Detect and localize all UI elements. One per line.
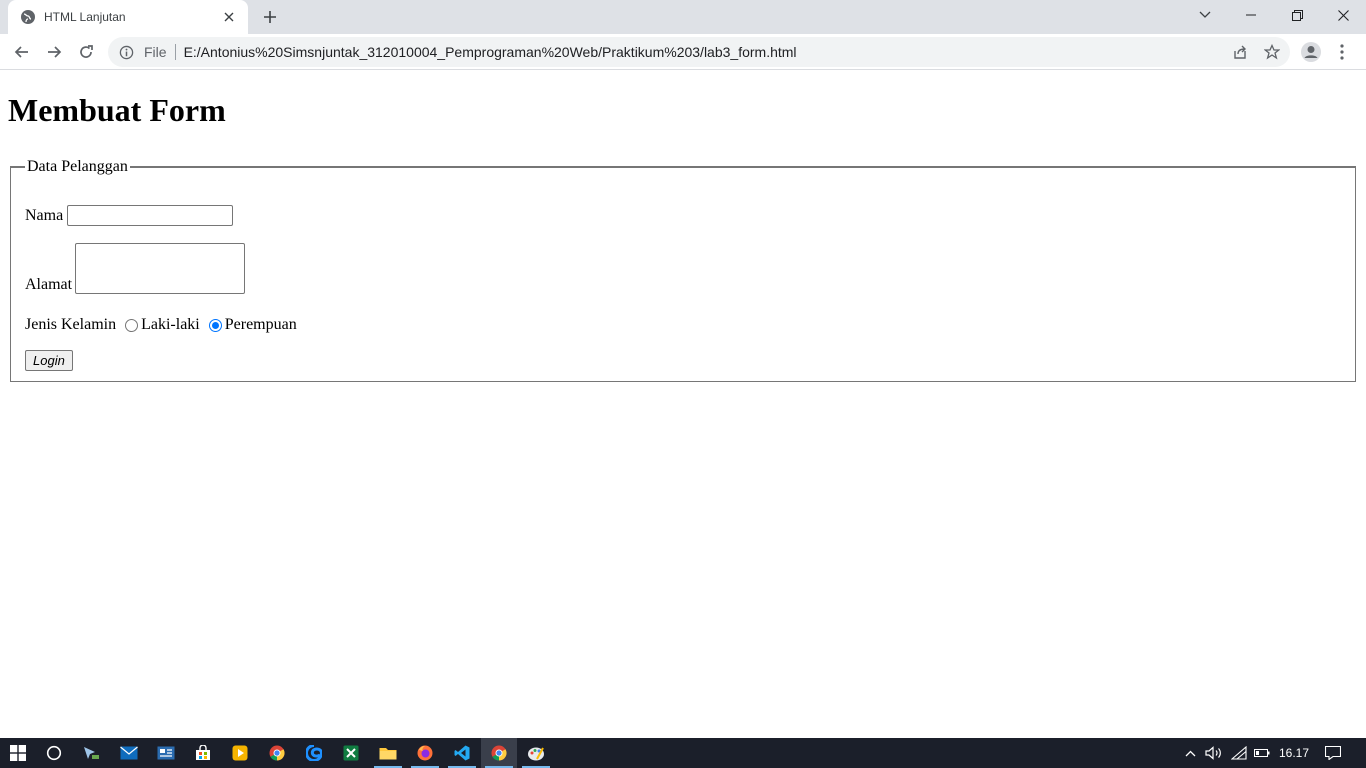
address-bar[interactable]: File E:/Antonius%20Simsnjuntak_312010004…	[108, 37, 1290, 67]
radio-perempuan-label[interactable]: Perempuan	[225, 316, 297, 334]
alamat-textarea[interactable]	[75, 243, 246, 294]
firefox-icon[interactable]	[407, 738, 443, 768]
scheme-label: File	[144, 44, 167, 60]
radio-laki-laki-label[interactable]: Laki-laki	[141, 316, 200, 334]
fieldset-legend: Data Pelanggan	[27, 158, 128, 175]
chrome-active-icon[interactable]	[481, 738, 517, 768]
notification-icon[interactable]	[1322, 738, 1344, 768]
profile-avatar-icon[interactable]	[1298, 39, 1324, 65]
radio-perempuan[interactable]	[208, 318, 222, 332]
browser-titlebar: HTML Lanjutan	[0, 0, 1366, 34]
paint-icon[interactable]	[518, 738, 554, 768]
close-window-icon[interactable]	[1320, 0, 1366, 30]
info-icon[interactable]	[118, 44, 134, 60]
alamat-row: Alamat	[25, 243, 246, 294]
vscode-icon[interactable]	[444, 738, 480, 768]
alamat-label: Alamat	[25, 276, 73, 293]
volume-icon[interactable]	[1203, 738, 1225, 768]
more-vert-icon[interactable]	[1332, 39, 1352, 65]
globe-icon	[20, 9, 36, 25]
gender-row: Jenis Kelamin Laki-laki Perempuan	[25, 316, 297, 334]
restore-icon[interactable]	[1274, 0, 1320, 30]
gender-label: Jenis Kelamin	[25, 316, 117, 333]
plus-icon[interactable]	[258, 6, 282, 28]
radio-laki-laki[interactable]	[125, 318, 139, 332]
nama-input[interactable]	[67, 205, 234, 226]
news-icon[interactable]	[148, 738, 184, 768]
back-arrow-icon[interactable]	[8, 38, 36, 66]
forward-arrow-icon[interactable]	[40, 38, 68, 66]
browser-toolbar: File E:/Antonius%20Simsnjuntak_312010004…	[0, 34, 1366, 70]
battery-icon[interactable]	[1252, 738, 1272, 768]
file-explorer-icon[interactable]	[370, 738, 406, 768]
chevron-up-icon[interactable]	[1180, 738, 1200, 768]
submit-row: Login	[25, 350, 73, 371]
mail-icon[interactable]	[111, 738, 147, 768]
taskbar-clock[interactable]: 16.17	[1272, 738, 1316, 768]
mouse-app-icon[interactable]	[73, 738, 109, 768]
star-icon[interactable]	[1262, 42, 1282, 62]
login-button[interactable]: Login	[25, 350, 73, 371]
windows-start-icon[interactable]	[0, 738, 36, 768]
reload-icon[interactable]	[72, 38, 100, 66]
omnibox-divider	[174, 44, 176, 60]
excel-icon[interactable]	[333, 738, 369, 768]
close-icon[interactable]	[220, 8, 238, 26]
media-player-icon[interactable]	[222, 738, 258, 768]
customer-fieldset: Data Pelanggan Nama Alamat Jenis Kelamin…	[10, 158, 1356, 382]
share-icon[interactable]	[1230, 42, 1250, 62]
windows-taskbar: 16.17	[0, 738, 1366, 768]
minimize-icon[interactable]	[1228, 0, 1274, 30]
tab-title: HTML Lanjutan	[44, 10, 126, 24]
chevron-down-icon[interactable]	[1182, 0, 1228, 30]
wifi-icon[interactable]	[1228, 738, 1250, 768]
edge-icon[interactable]	[296, 738, 332, 768]
store-bag-icon[interactable]	[185, 738, 221, 768]
page-content: Membuat Form Data Pelanggan Nama Alamat …	[0, 71, 1366, 738]
nama-row: Nama	[25, 205, 234, 226]
nama-label: Nama	[25, 206, 64, 224]
url-text[interactable]: E:/Antonius%20Simsnjuntak_312010004_Pemp…	[184, 44, 797, 60]
page-title: Membuat Form	[8, 92, 226, 128]
chrome-icon[interactable]	[259, 738, 295, 768]
browser-tab[interactable]: HTML Lanjutan	[8, 0, 248, 34]
search-circle-icon[interactable]	[36, 738, 72, 768]
